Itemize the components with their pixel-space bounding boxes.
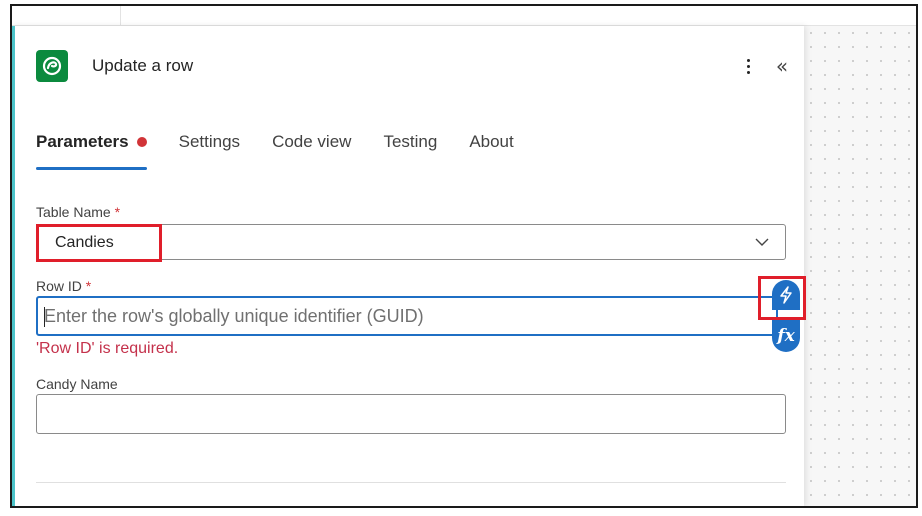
tab-about[interactable]: About xyxy=(469,132,513,170)
screenshot-frame: Update a row « Parameters Settings Code … xyxy=(10,4,918,508)
panel-header: Update a row « xyxy=(36,46,796,86)
top-strip xyxy=(12,6,916,26)
required-mark: * xyxy=(114,204,121,220)
action-title: Update a row xyxy=(92,56,194,75)
row-id-input[interactable] xyxy=(44,298,764,334)
flow-canvas[interactable] xyxy=(804,26,916,506)
table-name-label-text: Table Name xyxy=(36,204,111,220)
fx-icon[interactable]: fx xyxy=(772,320,800,352)
row-id-label-text: Row ID xyxy=(36,278,82,294)
tab-parameters[interactable]: Parameters xyxy=(36,132,147,170)
highlight-box-dynamic-content xyxy=(758,276,806,320)
row-id-field[interactable] xyxy=(36,296,778,336)
tab-settings[interactable]: Settings xyxy=(179,132,240,170)
double-chevron-left-icon[interactable]: « xyxy=(768,52,796,80)
required-mark: * xyxy=(85,278,92,294)
row-id-error: 'Row ID' is required. xyxy=(36,340,179,357)
candy-name-input[interactable] xyxy=(36,394,786,434)
action-details-panel: Update a row « Parameters Settings Code … xyxy=(12,26,806,506)
table-name-label: Table Name * xyxy=(36,204,120,220)
chevron-down-icon xyxy=(755,238,769,246)
highlight-box-table-value xyxy=(36,224,162,262)
candy-name-label: Candy Name xyxy=(36,376,118,392)
error-dot-icon xyxy=(136,136,147,147)
section-divider xyxy=(36,482,786,483)
tab-divider xyxy=(120,6,121,26)
more-vertical-icon[interactable] xyxy=(736,52,760,80)
tab-bar: Parameters Settings Code view Testing Ab… xyxy=(36,132,546,172)
tab-label: Parameters xyxy=(36,132,129,151)
row-id-label: Row ID * xyxy=(36,278,91,294)
panel-accent-bar xyxy=(12,26,15,506)
dataverse-icon xyxy=(36,50,68,82)
tab-testing[interactable]: Testing xyxy=(383,132,437,170)
tab-code-view[interactable]: Code view xyxy=(272,132,351,170)
